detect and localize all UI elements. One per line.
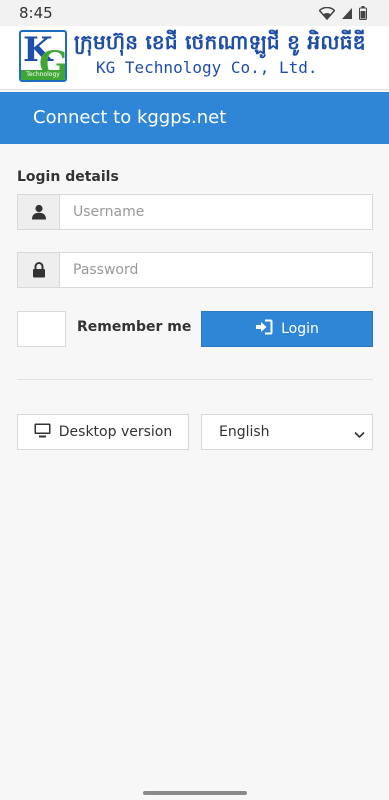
form-divider (17, 379, 373, 380)
password-group (17, 252, 373, 288)
app-header: K G Technology ក្រុមហ៊ុន ខេជី ថេកណាឡូជី … (0, 26, 389, 90)
status-icons (318, 5, 367, 24)
language-select[interactable]: English (201, 414, 373, 450)
login-button-label: Login (281, 321, 319, 337)
remember-me-label: Remember me (77, 319, 192, 335)
company-name-khmer: ក្រុមហ៊ុន ខេជី ថេកណាឡូជី ខូ អិលធីឌី (74, 30, 366, 54)
user-icon (18, 195, 60, 229)
username-group (17, 194, 373, 230)
signal-icon (341, 5, 353, 24)
login-button[interactable]: Login (201, 311, 373, 347)
battery-icon (359, 5, 367, 24)
company-name-english: KG Technology Co., Ltd. (96, 58, 318, 77)
desktop-version-button[interactable]: Desktop version (17, 414, 189, 450)
status-time: 8:45 (19, 4, 53, 22)
remember-me-checkbox[interactable] (17, 311, 66, 347)
banner-title: Connect to kggps.net (33, 107, 227, 128)
connect-banner: Connect to kggps.net (0, 92, 389, 144)
desktop-version-label: Desktop version (58, 424, 173, 440)
login-details-label: Login details (17, 169, 119, 185)
status-bar: 8:45 (0, 0, 389, 26)
desktop-icon (34, 423, 51, 442)
lock-icon (18, 253, 60, 287)
sign-in-icon (255, 319, 273, 339)
gesture-navigation-bar[interactable] (143, 791, 247, 795)
wifi-icon (318, 5, 336, 24)
password-input[interactable] (60, 253, 372, 287)
language-value: English (219, 424, 270, 440)
username-input[interactable] (60, 195, 372, 229)
chevron-down-icon (354, 427, 365, 443)
kg-logo: K G Technology (19, 30, 67, 82)
logo-subtext: Technology (21, 70, 65, 80)
